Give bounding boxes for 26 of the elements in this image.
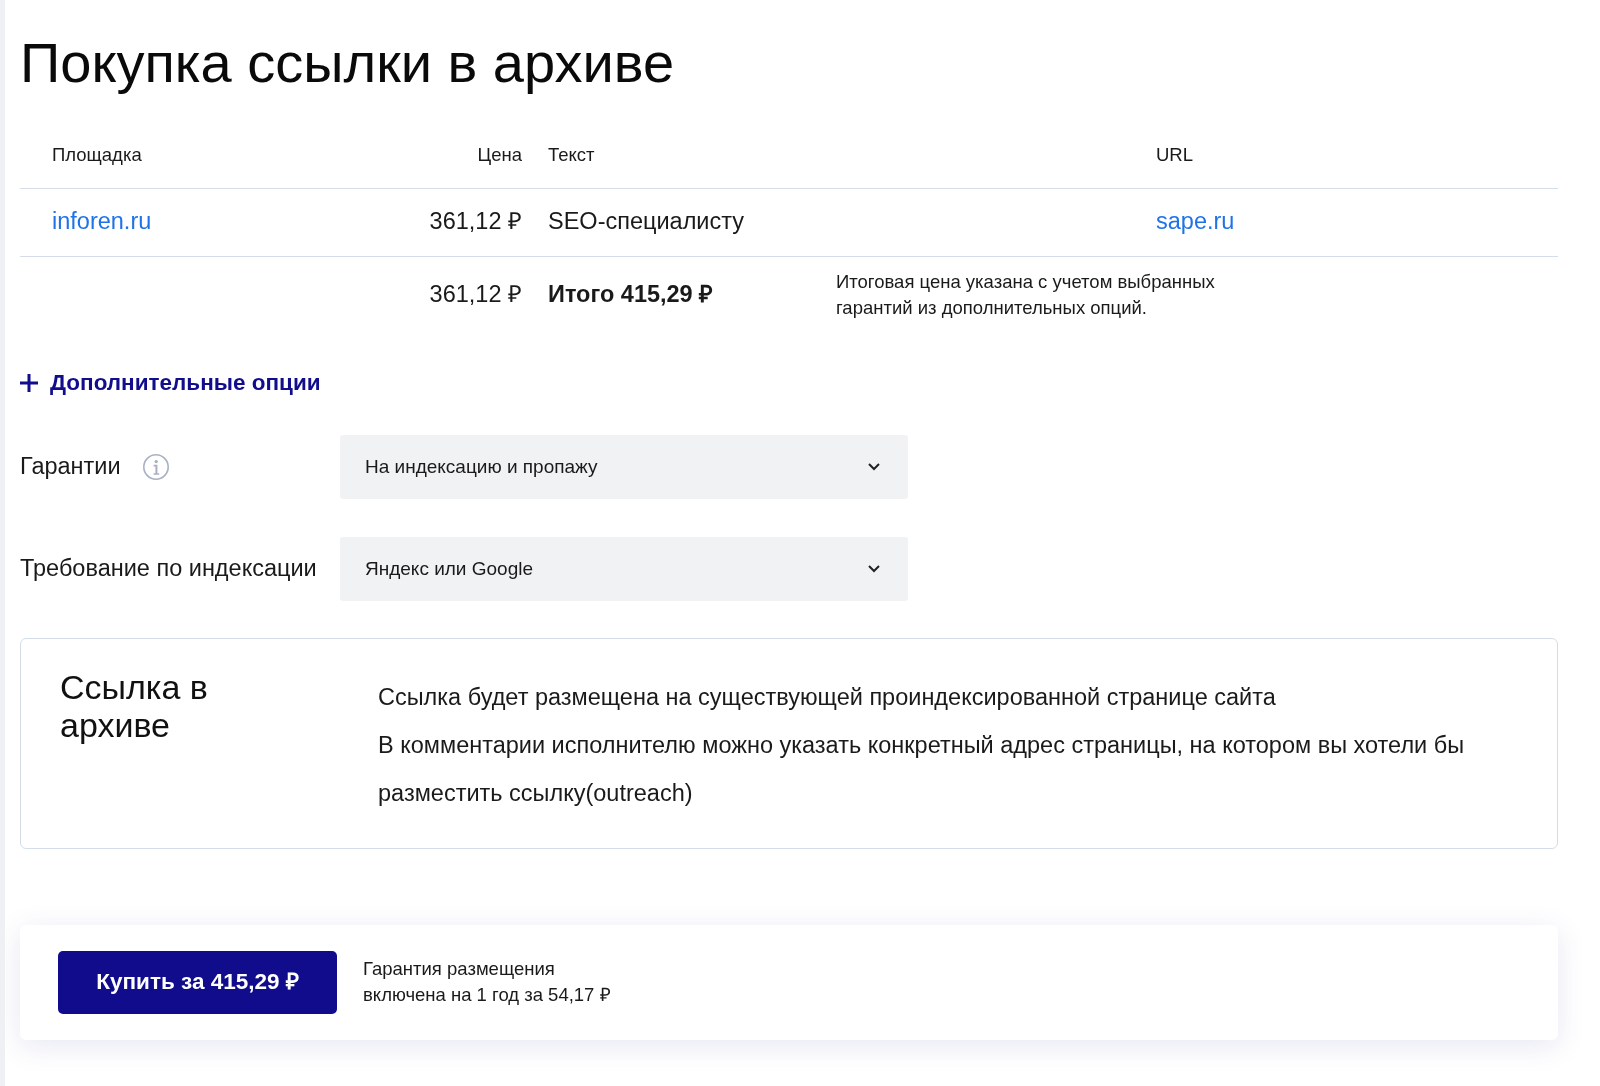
card-text: Ссылка будет размещена на существующей проиндексированной странице сайта	[378, 682, 1277, 712]
column-header: Текст	[530, 123, 1140, 188]
table-cell: 361,12 ₽	[380, 188, 530, 256]
page-title: Покупка ссылки в архиве	[20, 31, 676, 95]
column-header: Площадка	[20, 123, 380, 188]
table-cell: SEO-специалисту	[530, 188, 1140, 256]
card-title: Ссылка в архиве	[60, 667, 209, 744]
column-header: URL	[1140, 123, 1558, 188]
column-header: Цена	[380, 123, 530, 188]
field-label: Требование по индексации	[20, 554, 317, 584]
url-link[interactable]: sape.ru	[1156, 208, 1235, 235]
price-note: Итоговая цена указана с учетом выбранных гарантий из дополнительных опций.	[836, 269, 1215, 320]
chevron-down-icon	[868, 564, 880, 573]
plus-icon	[20, 373, 38, 392]
site-link[interactable]: inforen.ru	[52, 208, 152, 235]
info-icon[interactable]	[142, 453, 169, 480]
chevron-down-icon	[868, 462, 880, 471]
select-field[interactable]: На индексацию и пропажу	[340, 434, 908, 499]
total-amount: Итого 415,29 ₽	[548, 280, 715, 310]
field-label: Гарантии	[20, 452, 121, 482]
table-cell: 361,12 ₽	[380, 256, 530, 333]
options-toggle[interactable]: Дополнительные опции	[20, 366, 321, 400]
card-text: В комментарии исполнителю можно указать конкретный адрес страницы, на котором вы хотели бы разместить ссылку(outreach)	[378, 730, 1466, 808]
guarantee-note: Гарантия размещения включена на 1 год за 54,17 ₽	[363, 957, 611, 1008]
select-field[interactable]: Яндекс или Google	[340, 536, 908, 601]
buy-button[interactable]: Купить за 415,29 ₽	[58, 950, 337, 1014]
